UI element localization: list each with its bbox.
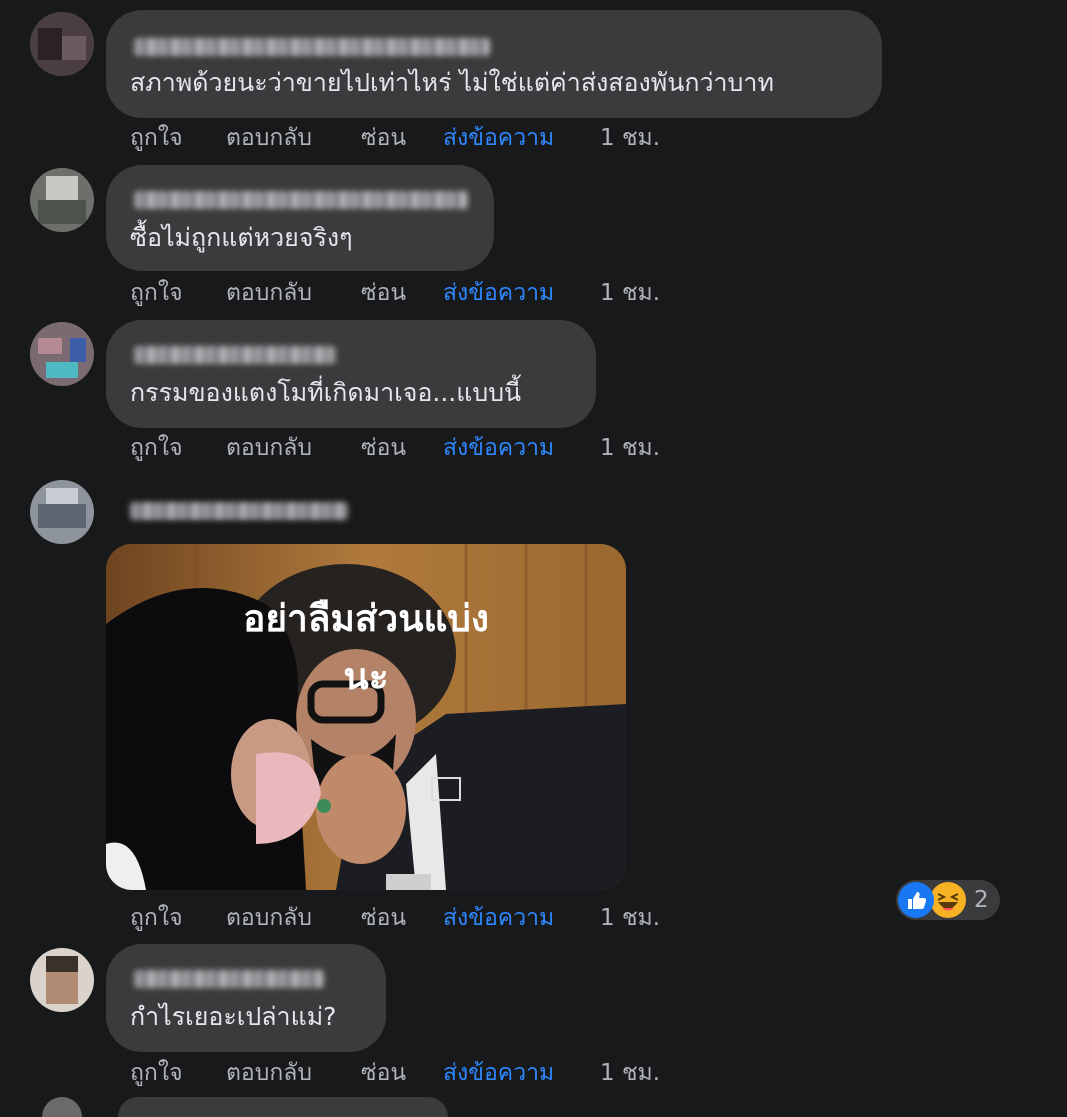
reply-link[interactable]: ตอบกลับ [226, 121, 312, 155]
comment-timestamp[interactable]: 1 ชม. [600, 121, 660, 155]
send-message-link[interactable]: ส่งข้อความ [443, 431, 554, 465]
like-icon [898, 882, 934, 918]
comment-image[interactable]: อย่าลืมส่วนแบ่ง นะ [106, 544, 626, 890]
commenter-name[interactable] [134, 346, 336, 364]
like-link[interactable]: ถูกใจ [130, 1056, 183, 1090]
reply-link[interactable]: ตอบกลับ [226, 276, 312, 310]
comment-text: สภาพด้วยนะว่าขายไปเท่าไหร่ ไม่ใช่แต่ค่าส… [130, 68, 774, 97]
avatar[interactable] [30, 168, 94, 232]
hide-link[interactable]: ซ่อน [361, 1056, 406, 1090]
comment-bubble: ซื้อไม่ถูกแต่หวยจริงๆ [106, 165, 494, 271]
reactions-summary[interactable]: 2 [896, 880, 1000, 920]
hide-link[interactable]: ซ่อน [361, 431, 406, 465]
hide-link[interactable]: ซ่อน [361, 276, 406, 310]
haha-icon [930, 882, 966, 918]
comment-bubble: สภาพด้วยนะว่าขายไปเท่าไหร่ ไม่ใช่แต่ค่าส… [106, 10, 882, 118]
commenter-name[interactable] [134, 970, 324, 988]
reply-link[interactable]: ตอบกลับ [226, 1056, 312, 1090]
reply-link[interactable]: ตอบกลับ [226, 901, 312, 935]
like-link[interactable]: ถูกใจ [130, 276, 183, 310]
commenter-name[interactable] [134, 191, 468, 209]
next-comment-avatar [42, 1097, 82, 1117]
avatar[interactable] [30, 12, 94, 76]
next-comment-bubble [118, 1097, 448, 1117]
meme-caption: นะ [343, 655, 389, 698]
comment-text: กำไรเยอะเปล่าแม่? [130, 1002, 337, 1031]
commenter-name[interactable] [130, 502, 348, 520]
send-message-link[interactable]: ส่งข้อความ [443, 276, 554, 310]
comment-text: กรรมของแตงโมที่เกิดมาเจอ...แบบนี้ [130, 378, 522, 407]
avatar[interactable] [30, 322, 94, 386]
comment-text: ซื้อไม่ถูกแต่หวยจริงๆ [130, 223, 353, 252]
reaction-count: 2 [974, 887, 989, 913]
like-link[interactable]: ถูกใจ [130, 901, 183, 935]
comment-timestamp[interactable]: 1 ชม. [600, 901, 660, 935]
avatar[interactable] [30, 480, 94, 544]
like-link[interactable]: ถูกใจ [130, 121, 183, 155]
comment-timestamp[interactable]: 1 ชม. [600, 276, 660, 310]
like-link[interactable]: ถูกใจ [130, 431, 183, 465]
comment-timestamp[interactable]: 1 ชม. [600, 1056, 660, 1090]
comment-timestamp[interactable]: 1 ชม. [600, 431, 660, 465]
meme-caption: อย่าลืมส่วนแบ่ง [243, 597, 489, 640]
hide-link[interactable]: ซ่อน [361, 121, 406, 155]
hide-link[interactable]: ซ่อน [361, 901, 406, 935]
send-message-link[interactable]: ส่งข้อความ [443, 1056, 554, 1090]
avatar[interactable] [30, 948, 94, 1012]
send-message-link[interactable]: ส่งข้อความ [443, 901, 554, 935]
reply-link[interactable]: ตอบกลับ [226, 431, 312, 465]
send-message-link[interactable]: ส่งข้อความ [443, 121, 554, 155]
comment-bubble: กรรมของแตงโมที่เกิดมาเจอ...แบบนี้ [106, 320, 596, 428]
comment-bubble: กำไรเยอะเปล่าแม่? [106, 944, 386, 1052]
commenter-name[interactable] [134, 38, 490, 56]
